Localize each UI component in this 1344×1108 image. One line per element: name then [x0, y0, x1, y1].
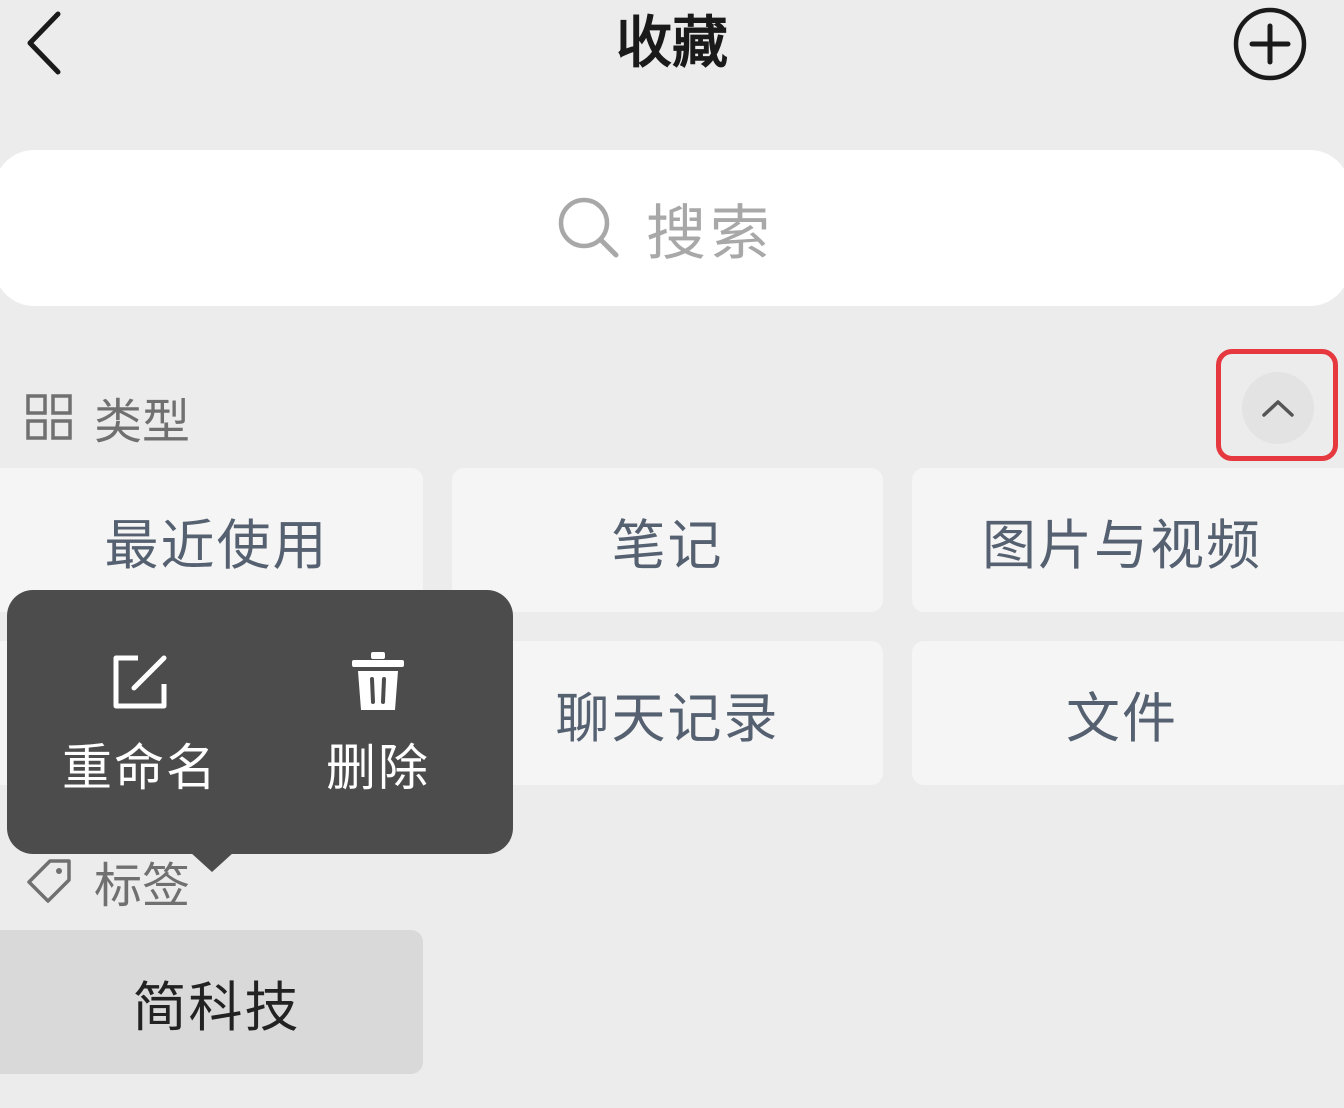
page-title: 收藏: [616, 11, 728, 76]
grid-icon: [26, 394, 72, 440]
trash-icon: [352, 652, 404, 710]
plus-circle-icon: [1233, 7, 1307, 81]
context-menu: 重命名 删除: [7, 590, 513, 854]
search-icon: [558, 197, 619, 258]
type-item-images-videos[interactable]: 图片与视频: [912, 468, 1344, 612]
rename-button[interactable]: 重命名: [40, 650, 240, 810]
delete-button[interactable]: 删除: [278, 650, 478, 810]
type-item-label: 聊天记录: [555, 686, 780, 750]
type-section-header: 类型: [26, 382, 190, 452]
tag-section-label: 标签: [94, 858, 191, 914]
type-item-label: 图片与视频: [982, 513, 1262, 577]
type-item-label: 笔记: [611, 513, 724, 577]
search-placeholder: 搜索: [646, 198, 774, 269]
search-input[interactable]: 搜索: [0, 150, 1344, 306]
context-menu-arrow: [190, 852, 234, 872]
add-button[interactable]: [1230, 6, 1310, 82]
type-item-label: 文件: [1066, 686, 1178, 750]
type-item-notes[interactable]: 笔记: [452, 468, 883, 612]
edit-icon: [113, 655, 167, 709]
header-bar: 收藏: [0, 0, 1344, 100]
rename-label: 重命名: [62, 739, 218, 797]
tag-section-header: 标签: [26, 846, 190, 916]
type-item-files[interactable]: 文件: [912, 641, 1344, 785]
tag-chip-label: 简科技: [132, 975, 301, 1039]
delete-label: 删除: [326, 739, 430, 797]
collapse-button[interactable]: [1242, 372, 1314, 444]
type-item-chat-history[interactable]: 聊天记录: [452, 641, 883, 785]
chevron-up-icon: [1262, 400, 1294, 417]
tag-chip[interactable]: 简科技: [0, 930, 423, 1074]
type-item-label: 最近使用: [104, 513, 329, 577]
tag-icon: [27, 859, 71, 903]
type-section-label: 类型: [94, 394, 191, 450]
